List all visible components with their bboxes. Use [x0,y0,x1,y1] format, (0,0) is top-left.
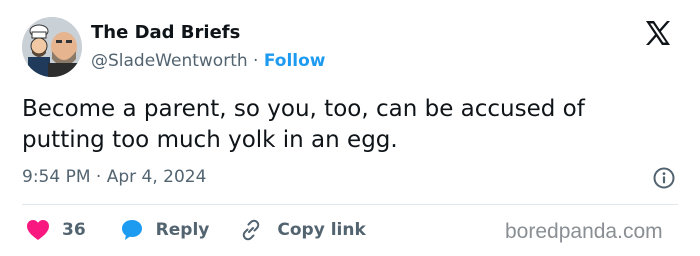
action-bar: 36 Reply Copy link [26,217,366,243]
speech-bubble-icon [121,220,142,240]
avatar-image [22,17,82,77]
author-name[interactable]: The Dad Briefs [91,22,326,44]
like-button[interactable]: 36 [26,219,86,241]
tweet-text: Become a parent, so you, too, can be acc… [22,96,585,153]
like-count: 36 [62,220,86,240]
tweet-date: Apr 4, 2024 [106,167,207,187]
follow-button[interactable]: Follow [264,51,326,71]
tweet-timestamp[interactable]: 9:54 PM · Apr 4, 2024 [22,166,206,188]
meta-separator: · [95,167,102,187]
info-icon[interactable] [652,166,676,190]
author-block: The Dad Briefs @SladeWentworth · Follow [91,22,326,72]
link-icon [243,219,260,241]
x-logo-icon[interactable] [643,18,673,48]
handle-row: @SladeWentworth · Follow [91,50,326,72]
copy-link-button[interactable]: Copy link [239,218,366,242]
tweet-time: 9:54 PM [22,167,91,187]
author-handle[interactable]: @SladeWentworth [91,51,248,71]
copy-link-label: Copy link [277,220,366,240]
watermark: boredpanda.com [505,220,663,243]
reply-button[interactable]: Reply [120,218,210,242]
divider [22,204,678,205]
avatar[interactable] [22,17,82,77]
separator-dot: · [253,51,259,71]
heart-icon [27,220,49,240]
reply-label: Reply [155,220,210,240]
